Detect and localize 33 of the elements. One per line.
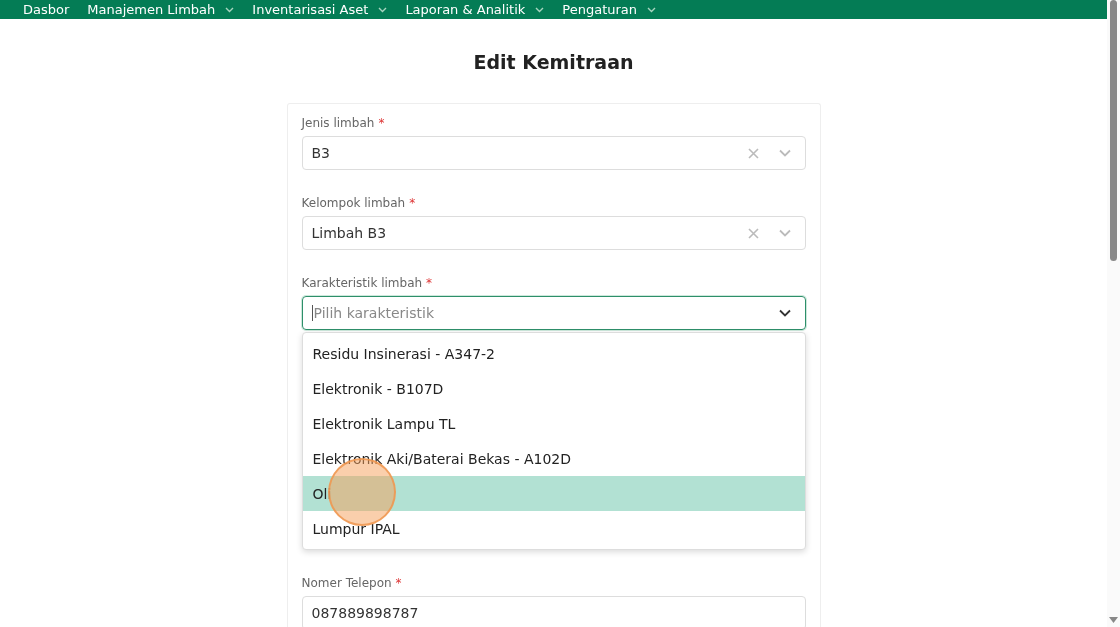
dropdown-option[interactable]: Lumpur IPAL [302,511,805,546]
nav-item[interactable]: Dasbor [23,2,70,17]
field-label: Karakteristik limbah [301,276,423,291]
chevron-down-icon [647,6,657,13]
dropdown-option[interactable]: Elektronik Aki/Baterai Bekas - A102D [302,441,805,476]
clear-icon[interactable] [747,227,759,239]
input-field[interactable]: 087889898787 [301,596,806,627]
dropdown-option[interactable]: Elektronik - B107D [302,371,805,406]
scroll-down-icon[interactable] [1109,617,1118,623]
select-field[interactable]: Limbah B3 [301,216,806,250]
nav-item[interactable]: Pengaturan [562,2,657,17]
chevron-down-icon [378,6,388,13]
scrollbar[interactable] [1107,0,1120,627]
page-title: Edit Kemitraan [473,51,634,73]
field-label: Jenis limbah [301,116,375,131]
nav-item[interactable]: Manajemen Limbah [87,2,235,17]
chevron-down-icon [225,6,235,13]
select-field[interactable]: Pilih karakteristik [301,296,806,330]
required-mark: * [409,196,416,211]
nav-item[interactable]: Laporan & Analitik [405,2,545,17]
dropdown-option[interactable]: Residu Insinerasi - A347-2 [302,336,805,371]
clear-icon[interactable] [747,147,759,159]
select-field[interactable]: B3 [301,136,806,170]
required-mark: * [426,276,433,291]
field-label: Kelompok limbah [301,196,406,211]
dropdown-option[interactable]: Elektronik Lampu TL [302,406,805,441]
field-label: Nomer Telepon [301,576,392,591]
nav-item[interactable]: Inventarisasi Aset [252,2,388,17]
required-mark: * [395,576,402,591]
required-mark: * [378,116,385,131]
chevron-down-icon [535,6,545,13]
chevron-down-icon[interactable] [778,309,791,317]
scrollbar-thumb[interactable] [1110,0,1117,261]
